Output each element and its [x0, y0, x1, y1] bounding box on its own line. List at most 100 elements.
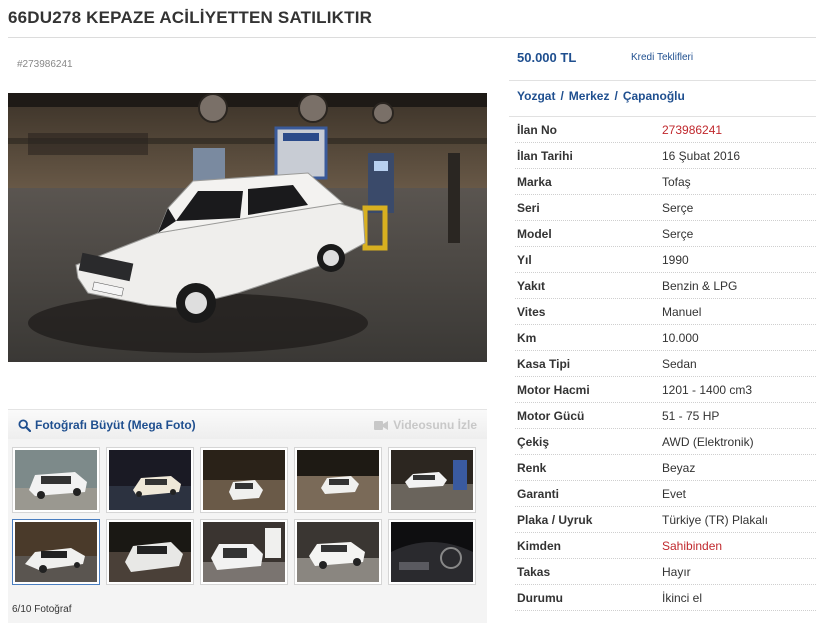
detail-label: Kimden — [517, 538, 562, 553]
detail-value: 1201 - 1400 cm3 — [662, 382, 753, 397]
thumbnail-image — [297, 522, 379, 582]
detail-value: Manuel — [662, 304, 702, 319]
detail-row: Vites Manuel — [515, 299, 816, 325]
detail-value: Serçe — [662, 200, 694, 215]
detail-label: Yakıt — [517, 278, 546, 293]
detail-value: 1990 — [662, 252, 689, 267]
detail-row: Durumu İkinci el — [515, 585, 816, 611]
price: 50.000 TL — [517, 50, 577, 65]
thumbnail-image — [15, 522, 97, 582]
thumbnail-strip: 6/10 Fotoğraf — [8, 439, 487, 623]
detail-row: Seri Serçe — [515, 195, 816, 221]
detail-row: Kimden Sahibinden — [515, 533, 816, 559]
detail-label: İlan No — [517, 122, 558, 137]
detail-value: Sahibinden — [662, 538, 723, 553]
detail-row: Model Serçe — [515, 221, 816, 247]
thumbnail[interactable] — [12, 447, 100, 513]
mega-photo-label: Fotoğrafı Büyüt (Mega Foto) — [35, 418, 196, 432]
breadcrumb-separator: / — [614, 89, 618, 103]
detail-value: 10.000 — [662, 330, 699, 345]
detail-value: İkinci el — [662, 590, 703, 605]
thumbnail-image — [109, 522, 191, 582]
car-photo — [8, 93, 487, 362]
detail-label: Model — [517, 226, 552, 241]
video-camera-icon — [374, 420, 389, 430]
detail-value: Beyaz — [662, 460, 696, 475]
main-photo[interactable] — [8, 93, 487, 362]
detail-label: Km — [517, 330, 537, 345]
photo-toolbar: Fotoğrafı Büyüt (Mega Foto) Videosunu İz… — [8, 409, 487, 439]
listing-title: 66DU278 KEPAZE ACİLİYETTEN SATILIKTIR — [8, 8, 373, 27]
detail-row: Garanti Evet — [515, 481, 816, 507]
location-neighborhood-link[interactable]: Çapanoğlu — [623, 89, 685, 103]
detail-label: Takas — [517, 564, 551, 579]
thumbnail[interactable] — [200, 447, 288, 513]
detail-row: Kasa Tipi Sedan — [515, 351, 816, 377]
detail-row: Çekiş AWD (Elektronik) — [515, 429, 816, 455]
detail-row: Km 10.000 — [515, 325, 816, 351]
price-divider — [509, 80, 816, 81]
detail-label: Motor Hacmi — [517, 382, 590, 397]
thumbnail[interactable] — [106, 519, 194, 585]
detail-value: Türkiye (TR) Plakalı — [662, 512, 769, 527]
detail-value: Tofaş — [662, 174, 691, 189]
detail-row: Renk Beyaz — [515, 455, 816, 481]
magnifier-icon — [18, 418, 31, 432]
location-breadcrumb: Yozgat / Merkez / Çapanoğlu — [517, 89, 685, 103]
detail-row: Yıl 1990 — [515, 247, 816, 273]
thumbnail[interactable] — [294, 519, 382, 585]
detail-label: Seri — [517, 200, 540, 215]
detail-row: İlan Tarihi 16 Şubat 2016 — [515, 143, 816, 169]
detail-row: Marka Tofaş — [515, 169, 816, 195]
photo-count: 6/10 Fotoğraf — [12, 604, 72, 615]
detail-label: Motor Gücü — [517, 408, 585, 423]
listing-details-table: İlan No 273986241 İlan Tarihi 16 Şubat 2016… — [515, 117, 816, 611]
detail-label: Marka — [517, 174, 552, 189]
credit-offers-link[interactable]: Kredi Teklifleri — [631, 52, 693, 63]
thumbnail-image — [297, 450, 379, 510]
thumbnail[interactable] — [388, 519, 476, 585]
detail-value: 273986241 — [662, 122, 723, 137]
detail-label: Plaka / Uyruk — [517, 512, 593, 527]
thumbnail-image — [203, 450, 285, 510]
detail-value: Benzin & LPG — [662, 278, 738, 293]
detail-value: 51 - 75 HP — [662, 408, 720, 423]
video-label: Videosunu İzle — [393, 418, 477, 432]
detail-value: Sedan — [662, 356, 697, 371]
detail-label: Durumu — [517, 590, 563, 605]
detail-label: Vites — [517, 304, 546, 319]
classified-id: #273986241 — [17, 59, 73, 70]
thumbnail[interactable] — [106, 447, 194, 513]
detail-label: Yıl — [517, 252, 532, 267]
detail-row: Yakıt Benzin & LPG — [515, 273, 816, 299]
thumbnail-image — [391, 522, 473, 582]
thumbnail-image — [15, 450, 97, 510]
detail-value: Evet — [662, 486, 687, 501]
location-district-link[interactable]: Merkez — [569, 89, 610, 103]
location-city-link[interactable]: Yozgat — [517, 89, 555, 103]
detail-label: İlan Tarihi — [517, 148, 573, 163]
detail-label: Çekiş — [517, 434, 550, 449]
detail-value: AWD (Elektronik) — [662, 434, 754, 449]
thumbnail-image — [203, 522, 285, 582]
detail-row: Motor Gücü 51 - 75 HP — [515, 403, 816, 429]
breadcrumb-separator: / — [560, 89, 564, 103]
mega-photo-button[interactable]: Fotoğrafı Büyüt (Mega Foto) — [18, 418, 196, 432]
video-button[interactable]: Videosunu İzle — [374, 418, 477, 432]
detail-row: Motor Hacmi 1201 - 1400 cm3 — [515, 377, 816, 403]
detail-label: Kasa Tipi — [517, 356, 571, 371]
title-divider — [8, 37, 816, 38]
thumbnail-selected[interactable] — [12, 519, 100, 585]
thumbnail[interactable] — [294, 447, 382, 513]
thumbnail-image — [391, 450, 473, 510]
detail-value: 16 Şubat 2016 — [662, 148, 741, 163]
detail-row: Takas Hayır — [515, 559, 816, 585]
thumbnail-image — [109, 450, 191, 510]
thumbnail[interactable] — [388, 447, 476, 513]
detail-row: İlan No 273986241 — [515, 117, 816, 143]
detail-value: Hayır — [662, 564, 691, 579]
detail-row: Plaka / Uyruk Türkiye (TR) Plakalı — [515, 507, 816, 533]
thumbnail[interactable] — [200, 519, 288, 585]
detail-label: Renk — [517, 460, 547, 475]
detail-label: Garanti — [517, 486, 560, 501]
